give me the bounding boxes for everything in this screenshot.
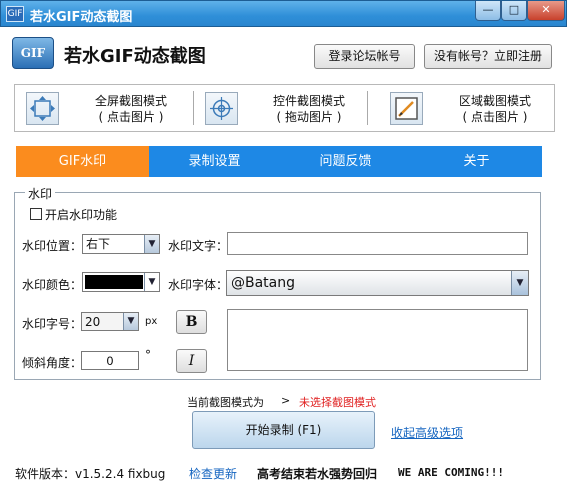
mode-fullscreen-label: 全屏截图模式 ( 点击图片 ) bbox=[87, 93, 175, 125]
collapse-advanced-link[interactable]: 收起高级选项 bbox=[391, 424, 463, 441]
mode-region-title: 区域截图模式 bbox=[458, 94, 531, 108]
mode-region-hint: ( 点击图片 ) bbox=[462, 110, 528, 124]
minimize-button[interactable]: — bbox=[475, 1, 501, 21]
size-unit: px bbox=[145, 316, 158, 327]
register-button[interactable]: 没有帐号？立即注册 bbox=[424, 44, 552, 69]
chevron-down-icon[interactable]: ▼ bbox=[144, 273, 159, 291]
color-select[interactable]: ▼ bbox=[82, 272, 160, 292]
fullscreen-icon[interactable] bbox=[26, 92, 59, 125]
close-button[interactable]: ✕ bbox=[527, 1, 565, 21]
chevron-down-icon[interactable]: ▼ bbox=[123, 313, 138, 330]
size-label: 水印字号： bbox=[22, 317, 83, 331]
start-recording-button[interactable]: 开始录制 (F1) bbox=[192, 411, 375, 449]
angle-input[interactable] bbox=[81, 351, 139, 370]
bold-button[interactable]: B bbox=[176, 310, 207, 334]
crosshair-icon[interactable] bbox=[205, 92, 238, 125]
chevron-down-icon[interactable]: ▼ bbox=[144, 235, 159, 253]
italic-button[interactable]: I bbox=[176, 349, 207, 373]
login-button[interactable]: 登录论坛帐号 bbox=[314, 44, 415, 69]
color-label: 水印颜色： bbox=[22, 278, 83, 292]
divider bbox=[367, 91, 368, 125]
mode-control-label: 控件截图模式 ( 拖动图片 ) bbox=[265, 93, 353, 125]
size-select[interactable]: 20 ▼ bbox=[81, 312, 139, 331]
font-label: 水印字体： bbox=[168, 278, 229, 292]
tab-feedback[interactable]: 问题反馈 bbox=[280, 146, 411, 177]
watermark-group-title: 水印 bbox=[25, 185, 56, 202]
enable-watermark-checkbox[interactable] bbox=[30, 208, 42, 220]
coming-text: WE ARE COMING!!! bbox=[398, 466, 504, 479]
tab-bar: GIF水印 录制设置 问题反馈 关于 bbox=[16, 146, 542, 177]
mode-region-label: 区域截图模式 ( 点击图片 ) bbox=[451, 93, 539, 125]
tab-gif-watermark[interactable]: GIF水印 bbox=[16, 146, 149, 177]
angle-label: 倾斜角度： bbox=[22, 356, 83, 370]
enable-watermark-label[interactable]: 开启水印功能 bbox=[45, 206, 117, 223]
tab-about[interactable]: 关于 bbox=[411, 146, 542, 177]
size-value: 20 bbox=[85, 315, 101, 329]
check-update-link[interactable]: 检查更新 bbox=[189, 465, 237, 482]
maximize-button[interactable]: □ bbox=[501, 1, 527, 21]
header: GIF 若水GIF动态截图 登录论坛帐号 没有帐号？立即注册 bbox=[0, 27, 567, 75]
app-name: 若水GIF动态截图 bbox=[64, 46, 206, 67]
capture-mode-bar: 全屏截图模式 ( 点击图片 ) 控件截图模式 ( 拖动图片 ) 区域截图模式 (… bbox=[14, 84, 555, 132]
title-bar: GIF 若水GIF动态截图 — □ ✕ bbox=[0, 0, 567, 27]
position-label: 水印位置： bbox=[22, 239, 83, 253]
position-value: 右下 bbox=[86, 237, 111, 251]
status-arrow: > bbox=[281, 394, 291, 407]
slogan-text: 高考结束若水强势回归 bbox=[257, 467, 378, 481]
watermark-text-input[interactable] bbox=[227, 232, 528, 255]
font-value: @Batang bbox=[231, 275, 296, 291]
version-text: 软件版本：v1.5.2.4 fixbug bbox=[15, 467, 166, 481]
current-mode-value: 未选择截图模式 bbox=[299, 396, 376, 409]
mode-control-title: 控件截图模式 bbox=[272, 94, 345, 108]
tab-recording-settings[interactable]: 录制设置 bbox=[149, 146, 280, 177]
watermark-preview-area[interactable] bbox=[227, 309, 528, 371]
mode-fullscreen-title: 全屏截图模式 bbox=[94, 94, 167, 108]
window-title: 若水GIF动态截图 bbox=[30, 10, 133, 25]
app-icon: GIF bbox=[6, 6, 24, 22]
region-icon[interactable] bbox=[390, 92, 423, 125]
current-mode-label: 当前截图模式为 bbox=[187, 396, 264, 409]
text-label: 水印文字： bbox=[168, 239, 229, 253]
mode-fullscreen-hint: ( 点击图片 ) bbox=[98, 110, 164, 124]
gif-logo-icon: GIF bbox=[12, 37, 54, 69]
mode-control-hint: ( 拖动图片 ) bbox=[276, 110, 342, 124]
divider bbox=[193, 91, 194, 125]
color-swatch bbox=[85, 275, 143, 289]
angle-unit: ° bbox=[145, 348, 151, 362]
chevron-down-icon[interactable]: ▼ bbox=[511, 271, 528, 295]
font-select[interactable]: @Batang ▼ bbox=[226, 270, 529, 296]
position-select[interactable]: 右下 ▼ bbox=[82, 234, 160, 254]
